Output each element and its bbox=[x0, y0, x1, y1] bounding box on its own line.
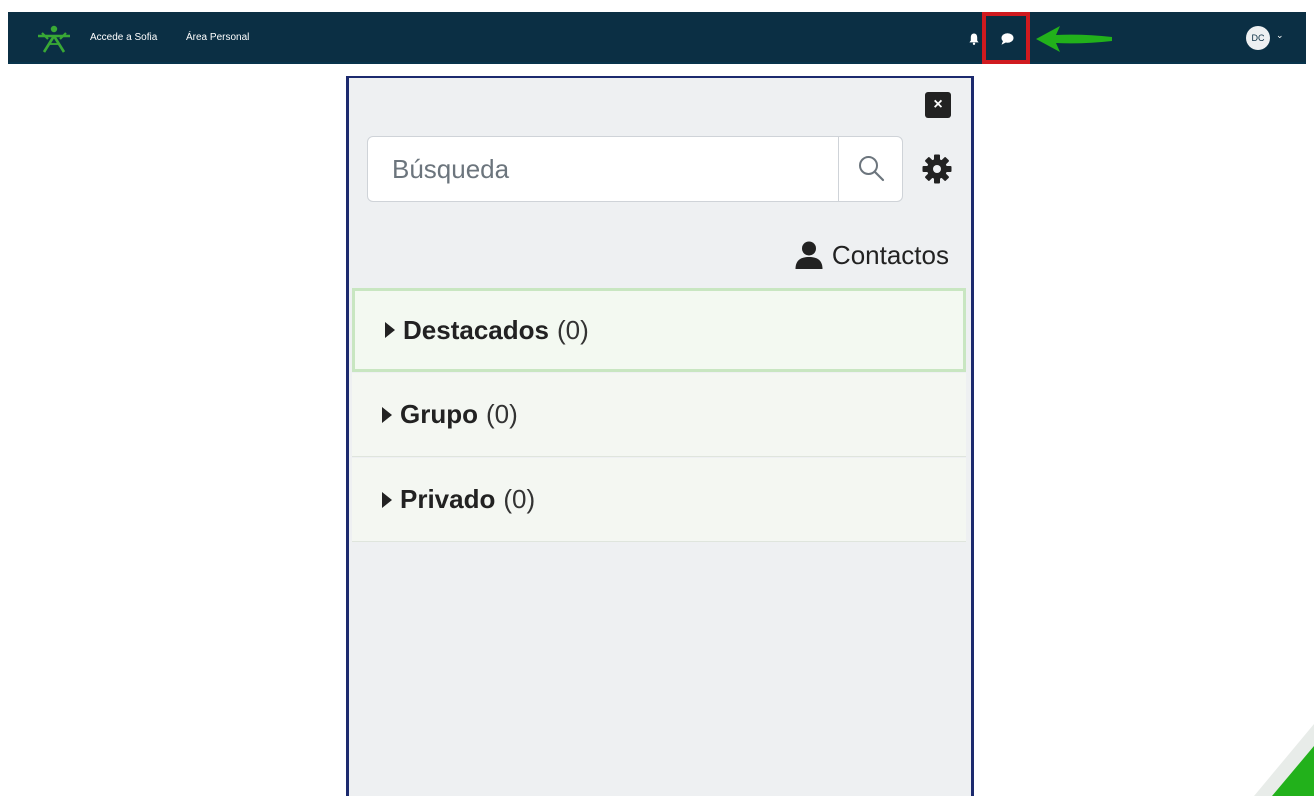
search-button[interactable] bbox=[838, 137, 902, 201]
notification-bell-icon[interactable] bbox=[969, 33, 979, 45]
user-menu-caret-icon[interactable]: ⌄ bbox=[1276, 30, 1284, 41]
chat-bubble-icon[interactable] bbox=[1000, 32, 1014, 46]
section-count: (0) bbox=[503, 484, 536, 514]
section-label: Grupo bbox=[400, 399, 478, 429]
messages-highlight-box[interactable] bbox=[982, 12, 1030, 64]
green-pointer-arrow-icon bbox=[1036, 26, 1112, 52]
search-input[interactable] bbox=[368, 137, 838, 201]
section-label: Destacados bbox=[403, 314, 549, 345]
search-icon bbox=[859, 156, 885, 182]
caret-right-icon bbox=[385, 322, 395, 338]
messages-drawer: × Conta bbox=[346, 76, 974, 796]
top-navbar: Accede a Sofia Área Personal DC ⌄ bbox=[8, 12, 1306, 64]
section-label: Privado bbox=[400, 484, 496, 514]
green-corner-decoration bbox=[1254, 724, 1314, 796]
settings-gear-icon[interactable] bbox=[921, 153, 953, 185]
search-group bbox=[367, 136, 903, 202]
nav-link-area-personal[interactable]: Área Personal bbox=[186, 32, 249, 44]
caret-right-icon bbox=[382, 406, 392, 423]
contacts-label: Contactos bbox=[831, 239, 949, 270]
section-destacados[interactable]: Destacados (0) bbox=[352, 288, 966, 372]
user-icon bbox=[795, 241, 823, 269]
user-avatar[interactable]: DC bbox=[1246, 26, 1270, 50]
section-privado[interactable]: Privado (0) bbox=[352, 458, 966, 542]
close-drawer-button[interactable]: × bbox=[925, 92, 951, 118]
nav-link-accede-sofia[interactable]: Accede a Sofia bbox=[90, 32, 157, 44]
caret-right-icon bbox=[382, 491, 392, 508]
section-count: (0) bbox=[486, 399, 518, 429]
sena-logo-icon[interactable] bbox=[36, 24, 72, 54]
contacts-link[interactable]: Contactos bbox=[794, 238, 949, 272]
section-grupo[interactable]: Grupo (0) bbox=[352, 373, 966, 457]
section-count: (0) bbox=[556, 314, 589, 345]
